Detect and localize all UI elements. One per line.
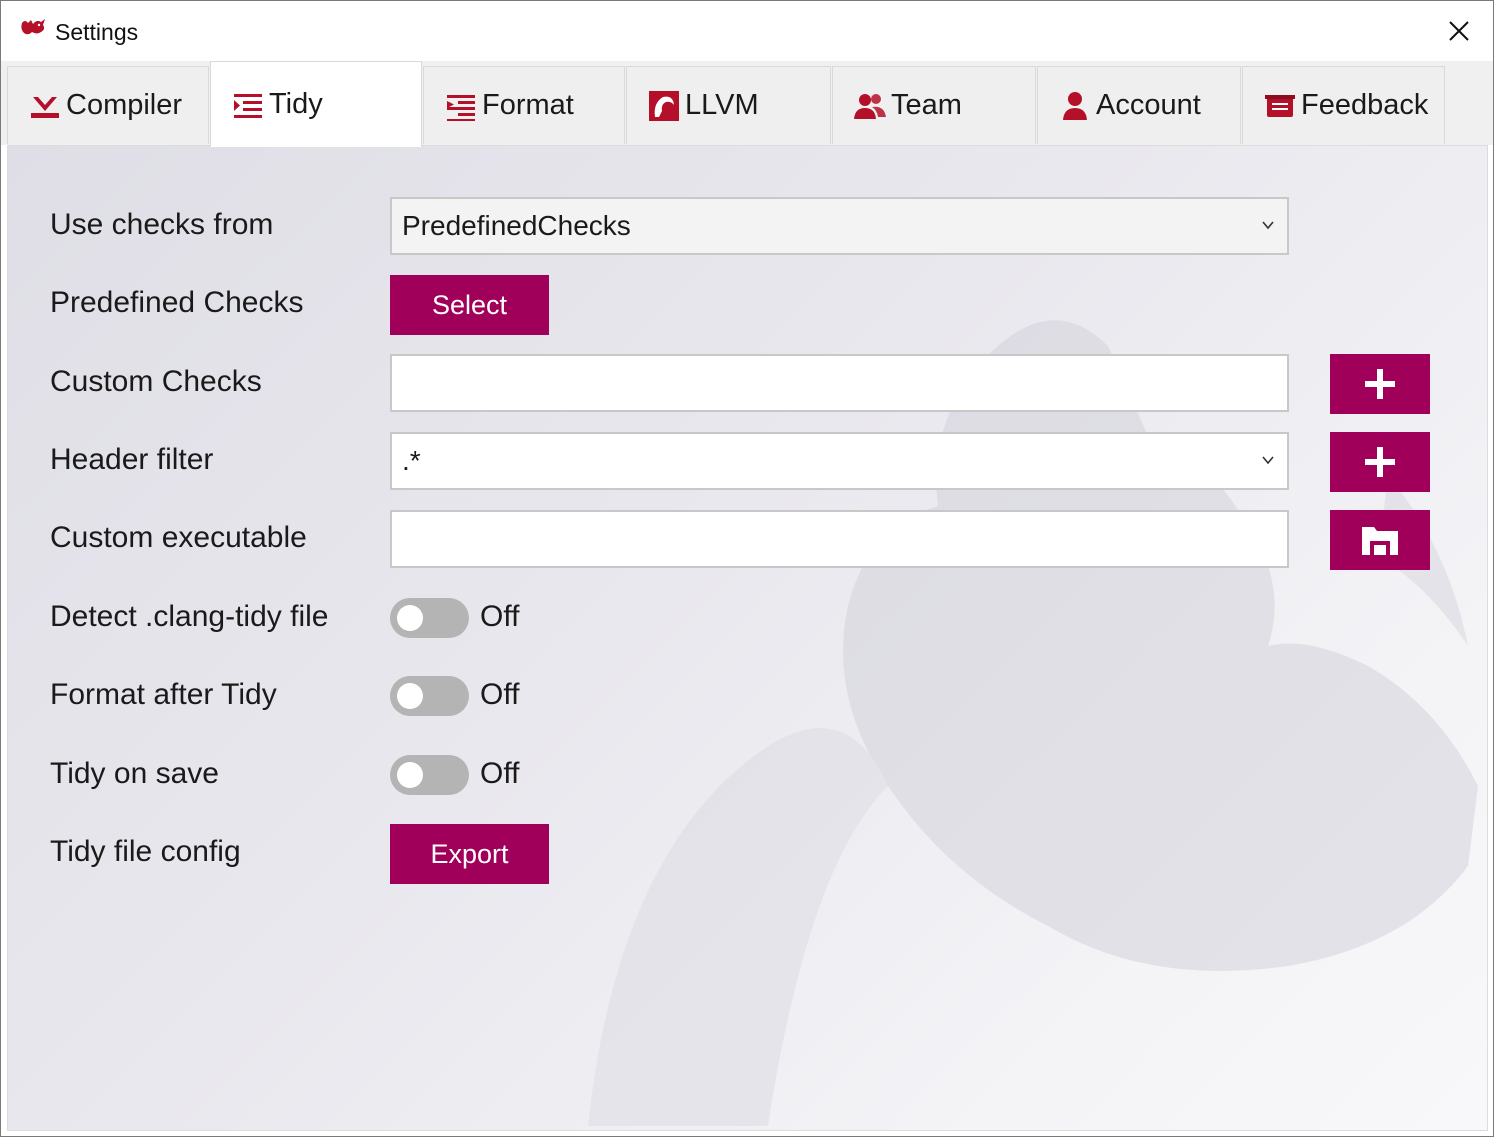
- tidy-icon: [234, 93, 262, 118]
- use-checks-from-value: PredefinedChecks: [402, 210, 631, 241]
- custom-executable-field-box: [390, 510, 1289, 568]
- tab-tidy[interactable]: Tidy: [210, 61, 422, 147]
- team-icon: [854, 93, 886, 119]
- tab-label: Team: [891, 89, 962, 121]
- plus-icon: [1365, 447, 1395, 477]
- tidy-on-save-state: Off: [480, 757, 520, 790]
- tab-llvm[interactable]: LLVM: [626, 66, 831, 144]
- format-after-tidy-state: Off: [480, 678, 520, 711]
- header-filter-value: .*: [402, 445, 421, 476]
- close-button[interactable]: [1439, 13, 1479, 49]
- add-custom-checks-button[interactable]: [1330, 354, 1430, 414]
- chevron-down-icon: [1262, 221, 1274, 230]
- tab-label: LLVM: [685, 89, 759, 121]
- detect-clang-tidy-toggle[interactable]: [390, 598, 469, 638]
- tab-team[interactable]: Team: [832, 66, 1036, 144]
- format-after-tidy-label: Format after Tidy: [50, 678, 277, 711]
- custom-executable-input[interactable]: [402, 512, 1287, 566]
- folder-save-icon: [1362, 527, 1398, 555]
- feedback-icon: [1265, 94, 1295, 117]
- format-after-tidy-toggle[interactable]: [390, 676, 469, 716]
- tab-format[interactable]: Format: [423, 66, 625, 144]
- use-checks-from-label: Use checks from: [50, 208, 274, 241]
- window-title: Settings: [55, 19, 139, 45]
- tab-label: Format: [482, 89, 574, 121]
- close-icon: [1449, 21, 1469, 41]
- browse-executable-button[interactable]: [1330, 510, 1430, 570]
- tidy-on-save-toggle[interactable]: [390, 755, 469, 795]
- title-bar: Settings: [1, 1, 1493, 61]
- header-filter-dropdown[interactable]: .*: [390, 432, 1289, 490]
- tab-compiler[interactable]: Compiler: [7, 66, 209, 144]
- use-checks-from-dropdown[interactable]: PredefinedChecks: [390, 197, 1289, 255]
- toggle-knob: [397, 683, 423, 709]
- tidy-settings-panel: Use checks from PredefinedChecks Predefi…: [7, 145, 1488, 1131]
- tab-label: Compiler: [66, 89, 183, 121]
- app-logo-icon: [21, 19, 45, 35]
- select-button[interactable]: Select: [390, 275, 549, 335]
- format-icon: [447, 94, 475, 121]
- toggle-knob: [397, 605, 423, 631]
- export-button[interactable]: Export: [390, 824, 549, 884]
- tab-label: Tidy: [269, 88, 323, 120]
- detect-clang-tidy-label: Detect .clang-tidy file: [50, 600, 329, 633]
- tab-strip: Compiler Tidy Format LLVM Team Account F…: [1, 61, 1493, 147]
- add-header-filter-button[interactable]: [1330, 432, 1430, 492]
- toggle-knob: [397, 762, 423, 788]
- tidy-on-save-label: Tidy on save: [50, 757, 219, 790]
- tab-feedback[interactable]: Feedback: [1242, 66, 1445, 144]
- tab-label: Feedback: [1301, 89, 1429, 121]
- detect-clang-tidy-state: Off: [480, 600, 520, 633]
- custom-checks-label: Custom Checks: [50, 365, 262, 398]
- plus-icon: [1365, 369, 1395, 399]
- account-icon: [1063, 91, 1087, 120]
- tab-account[interactable]: Account: [1037, 66, 1241, 144]
- settings-window: Settings Compiler Tidy Format LLVM Team …: [0, 0, 1494, 1137]
- header-filter-label: Header filter: [50, 443, 214, 476]
- tab-label: Account: [1096, 89, 1201, 121]
- custom-executable-label: Custom executable: [50, 521, 307, 554]
- tidy-file-config-label: Tidy file config: [50, 835, 241, 868]
- llvm-icon: [649, 90, 679, 121]
- custom-checks-field-box: [390, 354, 1289, 412]
- chevron-down-icon: [1262, 456, 1274, 465]
- predefined-checks-label: Predefined Checks: [50, 286, 304, 319]
- compiler-icon: [31, 96, 59, 118]
- custom-checks-input[interactable]: [402, 356, 1287, 410]
